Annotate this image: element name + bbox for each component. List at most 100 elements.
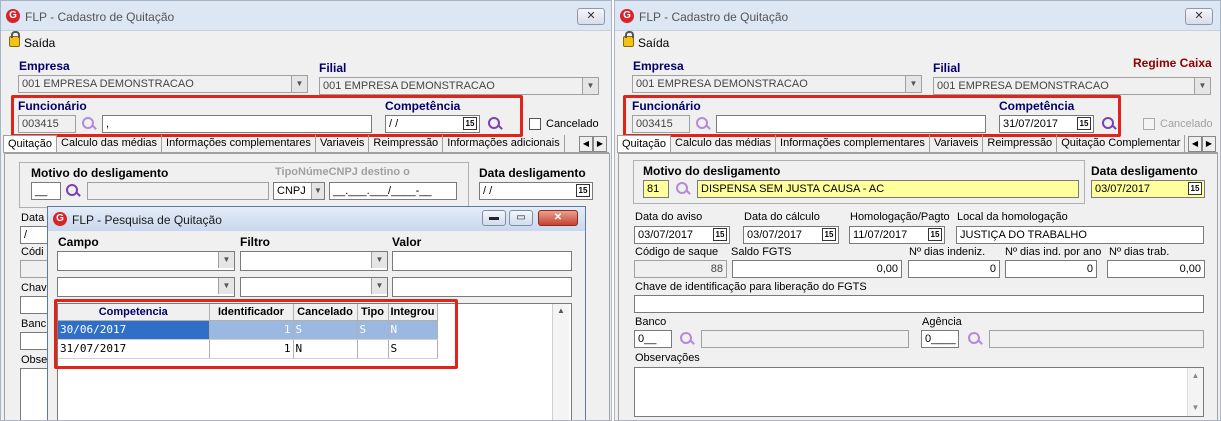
funcionario-code-field[interactable]: 003415: [632, 115, 690, 133]
arrow-right-icon[interactable]: ▶: [1202, 136, 1216, 152]
calendar-icon[interactable]: 15: [576, 184, 590, 197]
search-icon[interactable]: [65, 183, 81, 199]
cancelado-checkbox[interactable]: [529, 118, 541, 130]
cancelado-checkbox[interactable]: [1143, 118, 1155, 130]
tab-reimpressao[interactable]: Reimpressão: [983, 135, 1058, 152]
dias-ind-ano-field[interactable]: 0: [1005, 260, 1097, 278]
empresa-combo[interactable]: 001 EMPRESA DEMONSTRACAO ▼: [632, 75, 922, 93]
banco-field-partial[interactable]: [20, 332, 50, 350]
chevron-down-icon[interactable]: ▼: [371, 252, 387, 268]
competencia-field[interactable]: 31/07/2017 15: [999, 115, 1094, 133]
observacoes-field[interactable]: ▲ ▼: [634, 367, 1204, 417]
calendar-icon[interactable]: 15: [1077, 117, 1091, 130]
calendar-icon[interactable]: 15: [822, 228, 836, 241]
search-icon[interactable]: [679, 331, 695, 347]
chevron-down-icon[interactable]: ▼: [218, 278, 234, 294]
minimize-button[interactable]: ▬: [482, 210, 506, 226]
tab-variaveis[interactable]: Variaveis: [930, 135, 984, 152]
search-icon[interactable]: [967, 331, 983, 347]
chevron-down-icon[interactable]: ▼: [582, 78, 598, 94]
search-icon[interactable]: [675, 181, 691, 197]
lock-icon[interactable]: [9, 31, 20, 47]
calendar-icon[interactable]: 15: [928, 228, 942, 241]
tab-calculo-medias[interactable]: Calculo das médias: [57, 135, 163, 152]
local-homologacao-field[interactable]: JUSTIÇA DO TRABALHO: [956, 226, 1204, 244]
column-competencia[interactable]: Competencia: [58, 304, 210, 321]
dialog-close-button[interactable]: ✕: [538, 210, 578, 226]
tab-informacoes-complementares[interactable]: Informações complementares: [776, 135, 930, 152]
search-icon[interactable]: [81, 116, 97, 132]
competencia-label: Competência: [999, 99, 1075, 113]
arrow-right-icon[interactable]: ▶: [593, 136, 607, 152]
exit-button[interactable]: Saída: [638, 36, 669, 50]
chevron-down-icon[interactable]: ▼: [1194, 78, 1210, 94]
chevron-down-icon[interactable]: ▼: [218, 252, 234, 268]
arrow-left-icon[interactable]: ◀: [1188, 136, 1202, 152]
empresa-combo[interactable]: 001 EMPRESA DEMONSTRACAO ▼: [18, 75, 308, 93]
tab-quitacao-complementar[interactable]: Quitação Complementar: [1057, 135, 1186, 152]
chave-field-partial[interactable]: [20, 296, 50, 314]
search-icon[interactable]: [695, 116, 711, 132]
filial-combo[interactable]: 001 EMPRESA DEMONSTRACAO ▼: [319, 77, 599, 95]
tab-quitacao[interactable]: Quitação: [617, 135, 672, 152]
search-icon[interactable]: [487, 116, 503, 132]
funcionario-name-field[interactable]: ,: [102, 115, 372, 133]
motivo-code-field[interactable]: __: [31, 182, 61, 200]
data-calculo-field[interactable]: 03/07/2017 15: [743, 226, 839, 244]
maximize-button[interactable]: ▭: [509, 210, 533, 226]
data-aviso-field[interactable]: 03/07/2017 15: [634, 226, 730, 244]
tab-variaveis[interactable]: Variaveis: [316, 135, 370, 152]
arrow-left-icon[interactable]: ◀: [579, 136, 593, 152]
obs-scrollbar[interactable]: ▲ ▼: [1187, 368, 1203, 416]
valor-field-1[interactable]: [392, 251, 572, 271]
dias-indeniz-field[interactable]: 0: [908, 260, 1000, 278]
chevron-down-icon[interactable]: ▼: [905, 76, 921, 92]
chevron-down-icon[interactable]: ▼: [291, 76, 307, 92]
valor-field-2[interactable]: [392, 277, 572, 297]
chave-fgts-field[interactable]: [634, 295, 1204, 313]
tab-calculo-medias[interactable]: Calculo das médias: [671, 135, 777, 152]
dias-trab-field[interactable]: 0,00: [1107, 260, 1205, 278]
competencia-field[interactable]: / / 15: [385, 115, 480, 133]
campo-combo-2[interactable]: ▼: [57, 277, 235, 297]
scroll-up-icon[interactable]: ▲: [557, 306, 565, 315]
filial-combo[interactable]: 001 EMPRESA DEMONSTRACAO ▼: [933, 77, 1211, 95]
search-icon[interactable]: [1101, 116, 1117, 132]
lock-icon[interactable]: [623, 31, 634, 47]
agencia-code-field[interactable]: 0____: [921, 330, 959, 348]
cnpj-type-combo[interactable]: CNPJ ▼: [273, 182, 325, 200]
column-identificador[interactable]: Identificador: [209, 304, 294, 321]
tab-informacoes-complementares[interactable]: Informações complementares: [162, 135, 316, 152]
filtro-combo-1[interactable]: ▼: [240, 251, 388, 271]
tab-informacoes-adicionais[interactable]: Informações adicionais: [443, 135, 565, 152]
obs-field-partial[interactable]: [20, 368, 50, 420]
campo-combo-1[interactable]: ▼: [57, 251, 235, 271]
data-desligamento-field[interactable]: / / 15: [479, 182, 593, 200]
calendar-icon[interactable]: 15: [1188, 182, 1202, 195]
calendar-icon[interactable]: 15: [713, 228, 727, 241]
table-row[interactable]: 31/07/2017 1 N S: [58, 339, 438, 359]
tab-reimpressao[interactable]: Reimpressão: [369, 135, 444, 152]
chevron-down-icon[interactable]: ▼: [371, 278, 387, 294]
table-row[interactable]: 30/06/2017 1 S S N: [58, 320, 438, 340]
exit-button[interactable]: Saída: [24, 36, 55, 50]
chevron-down-icon[interactable]: ▼: [311, 183, 324, 199]
filtro-combo-2[interactable]: ▼: [240, 277, 388, 297]
column-tipo[interactable]: Tipo: [357, 304, 389, 321]
data-field-partial[interactable]: /: [20, 226, 50, 244]
saldo-fgts-field[interactable]: 0,00: [732, 260, 902, 278]
close-button[interactable]: ✕: [577, 8, 605, 25]
homologacao-field[interactable]: 11/07/2017 15: [849, 226, 945, 244]
funcionario-code-field[interactable]: 003415: [18, 115, 76, 133]
funcionario-name-field[interactable]: [716, 115, 986, 133]
banco-code-field[interactable]: 0__: [634, 330, 672, 348]
column-integrou[interactable]: Integrou: [388, 304, 438, 321]
column-cancelado[interactable]: Cancelado: [293, 304, 358, 321]
motivo-code-field[interactable]: 81: [643, 180, 669, 198]
close-button[interactable]: ✕: [1185, 8, 1213, 25]
calendar-icon[interactable]: 15: [463, 117, 477, 130]
tab-quitacao[interactable]: Quitação: [3, 135, 58, 152]
cnpj-destino-field[interactable]: __.___.___/____-__: [329, 182, 457, 200]
grid-scrollbar[interactable]: ▲: [552, 304, 569, 420]
data-desligamento-field[interactable]: 03/07/2017 15: [1091, 180, 1205, 198]
